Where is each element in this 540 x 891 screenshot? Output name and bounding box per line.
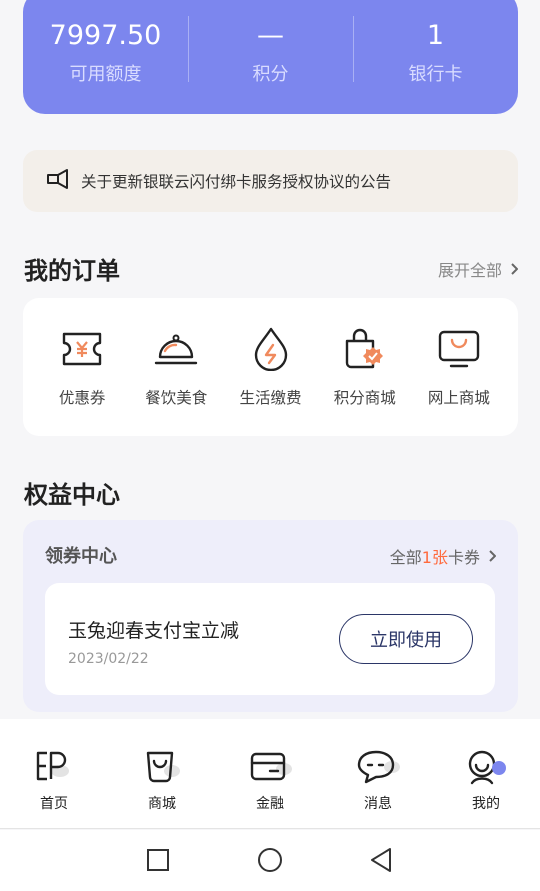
card-wallet-icon <box>250 752 292 781</box>
announcement-text: 关于更新银联云闪付绑卡服务授权协议的公告 <box>81 173 392 191</box>
stat-label: 积分 <box>252 64 289 85</box>
message-bubble-icon <box>357 750 400 784</box>
coupon-count-text: 全部1张卡券 <box>389 548 480 567</box>
stat-value: 7997.50 <box>49 20 162 51</box>
points-bag-icon <box>342 326 388 372</box>
stat-value: 1 <box>426 20 445 51</box>
coupon-ticket-icon <box>59 326 105 372</box>
orders-card: 优惠券 餐饮美食 生活缴费 积分商城 网上商城 <box>23 298 518 436</box>
tab-profile[interactable]: 我的 <box>432 719 540 828</box>
tab-label: 金融 <box>256 796 284 812</box>
tab-label: 首页 <box>40 796 68 812</box>
profile-icon <box>468 750 506 785</box>
order-label: 餐饮美食 <box>145 389 208 407</box>
stat-label: 可用额度 <box>69 64 142 85</box>
tab-shop[interactable]: 商城 <box>108 719 216 828</box>
stat-points[interactable]: — 积分 <box>188 0 353 114</box>
tab-messages[interactable]: 消息 <box>324 719 432 828</box>
coupon-center-title: 领券中心 <box>45 546 117 567</box>
orders-expand-label: 展开全部 <box>437 261 502 280</box>
utility-drop-icon <box>248 326 294 372</box>
bottom-tab-bar: 首页 商城 金融 消息 我的 <box>0 719 540 829</box>
back-icon[interactable] <box>366 844 398 876</box>
order-label: 生活缴费 <box>239 389 302 407</box>
use-now-button[interactable]: 立即使用 <box>339 614 473 664</box>
chevron-right-icon <box>511 263 518 275</box>
order-points-mall[interactable]: 积分商城 <box>318 298 412 436</box>
coupon-center-card: 领券中心 全部1张卡券 玉兔迎春支付宝立减 2023/02/22 立即使用 <box>23 520 518 712</box>
home-button-icon[interactable] <box>254 844 286 876</box>
account-stats-card: 7997.50 可用额度 — 积分 1 银行卡 <box>23 0 518 114</box>
food-cloche-icon <box>153 326 199 372</box>
announcement-banner[interactable]: 关于更新银联云闪付绑卡服务授权协议的公告 <box>23 150 518 212</box>
stat-available-credit[interactable]: 7997.50 可用额度 <box>23 0 188 114</box>
order-label: 优惠券 <box>58 389 106 407</box>
megaphone-icon <box>45 168 71 194</box>
coupon-name: 玉兔迎春支付宝立减 <box>68 620 240 642</box>
order-online-mall[interactable]: 网上商城 <box>412 298 506 436</box>
order-utilities[interactable]: 生活缴费 <box>223 298 317 436</box>
coupon-count: 1张 <box>421 548 448 567</box>
coupon-view-all[interactable]: 全部1张卡券 <box>390 544 496 568</box>
orders-title: 我的订单 <box>24 257 120 285</box>
coupon-item: 玉兔迎春支付宝立减 2023/02/22 立即使用 <box>45 583 495 695</box>
shop-bag-icon <box>146 751 180 783</box>
tab-label: 我的 <box>472 796 500 812</box>
stat-value: — <box>257 20 284 51</box>
chevron-right-icon <box>489 550 496 562</box>
tab-finance[interactable]: 金融 <box>216 719 324 828</box>
recent-apps-icon[interactable] <box>142 844 174 876</box>
benefits-title: 权益中心 <box>24 481 120 509</box>
home-icon <box>36 751 69 781</box>
order-label: 网上商城 <box>427 389 490 407</box>
order-label: 积分商城 <box>333 389 396 407</box>
stat-label: 银行卡 <box>408 64 463 85</box>
orders-expand-all[interactable]: 展开全部 <box>438 257 518 281</box>
coupon-date: 2023/02/22 <box>68 651 149 667</box>
order-coupons[interactable]: 优惠券 <box>35 298 129 436</box>
tab-label: 消息 <box>364 796 392 812</box>
tv-shop-icon <box>436 326 482 372</box>
stat-bank-cards[interactable]: 1 银行卡 <box>353 0 518 114</box>
order-food[interactable]: 餐饮美食 <box>129 298 223 436</box>
tab-label: 商城 <box>148 796 176 812</box>
tab-home[interactable]: 首页 <box>0 719 108 828</box>
system-navigation-bar <box>0 830 540 891</box>
